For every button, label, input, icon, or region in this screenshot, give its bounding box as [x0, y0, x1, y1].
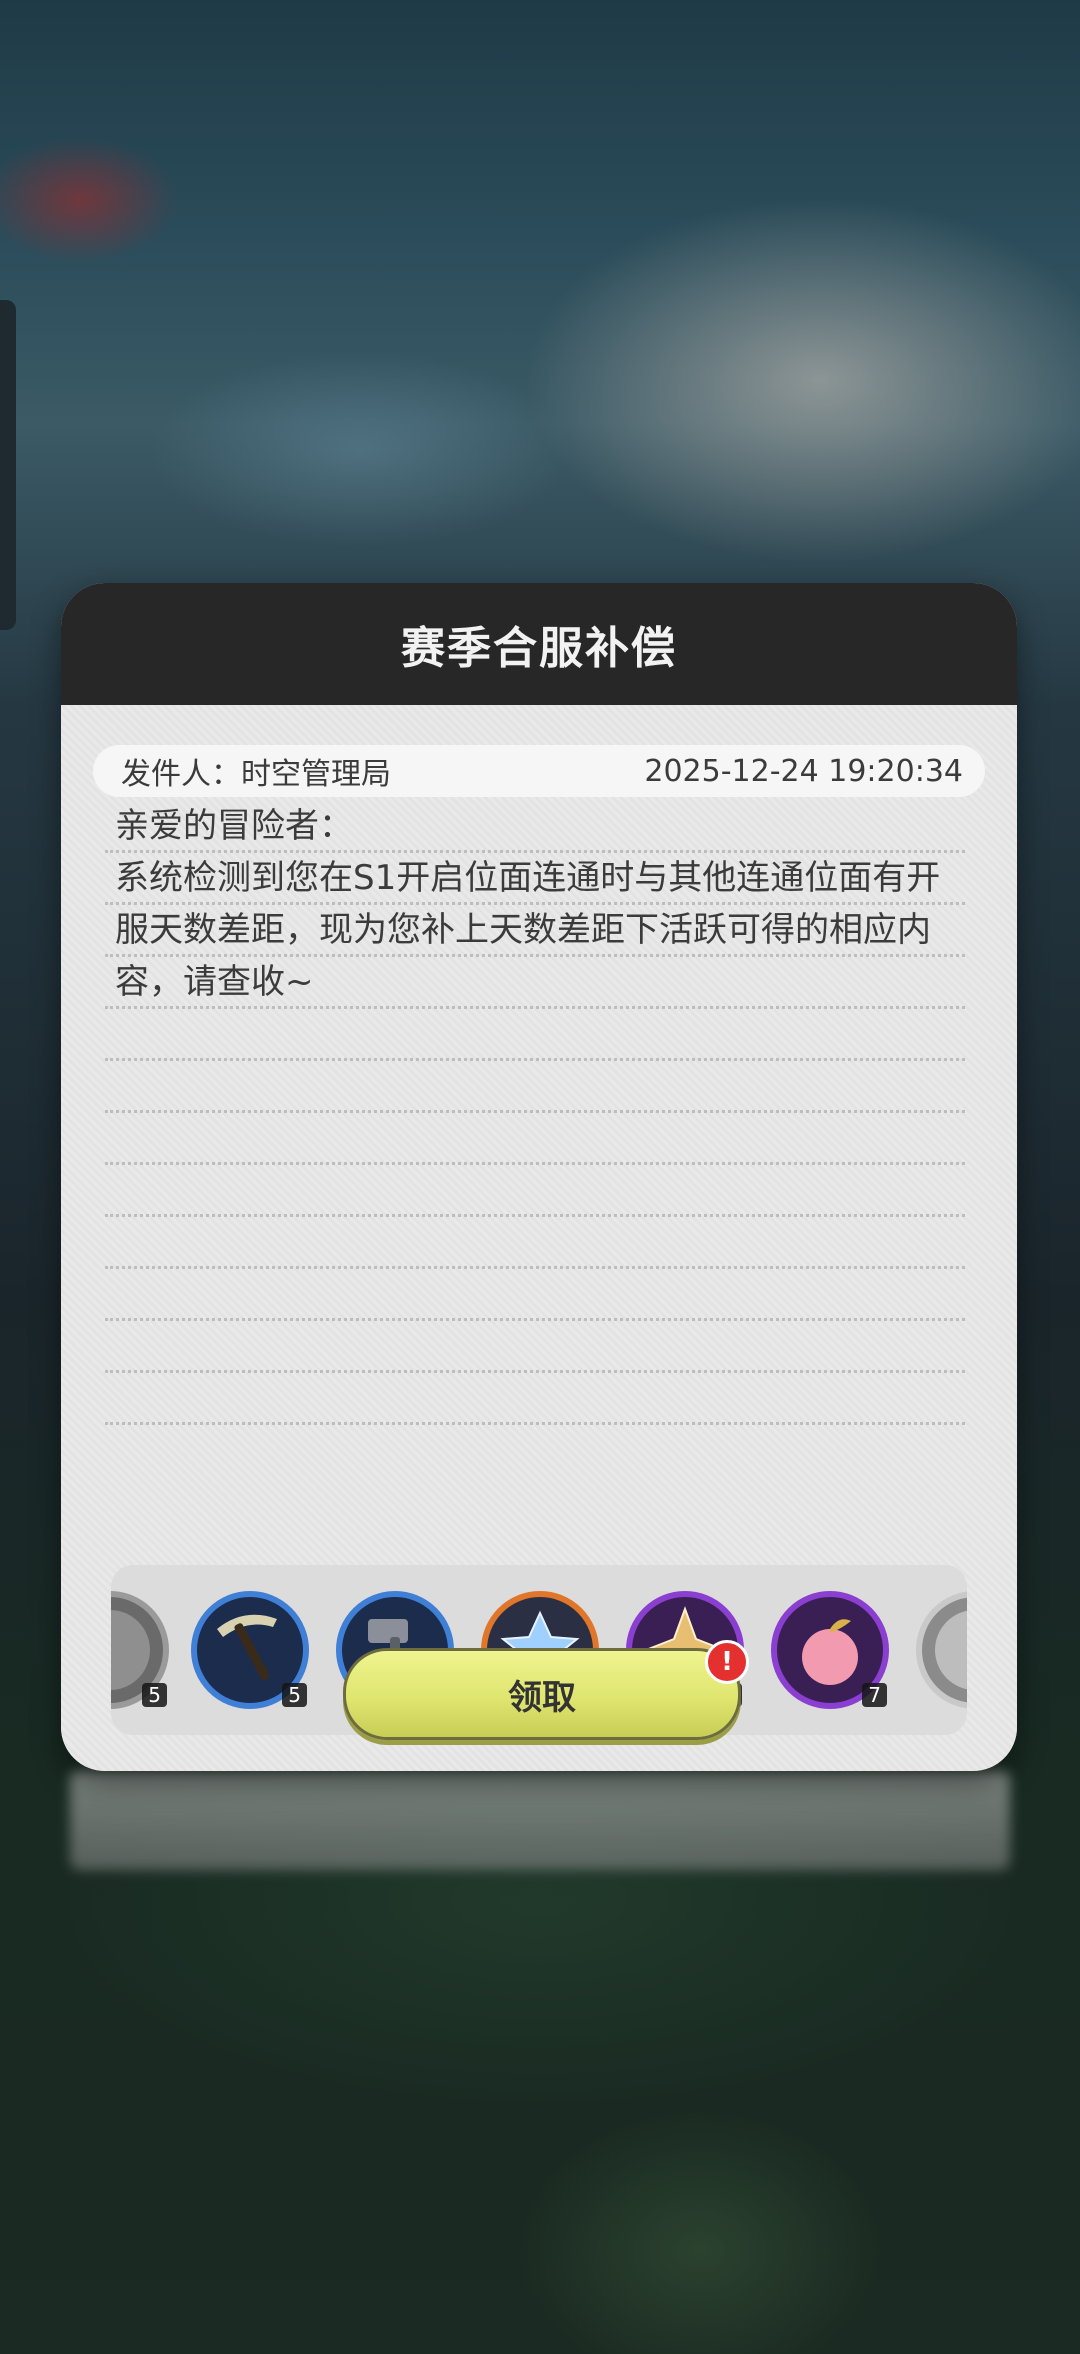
letter-line-3: 容，请查收~ — [115, 962, 314, 1002]
reward-count: 5 — [142, 1683, 167, 1707]
sender-label: 发件人：时空管理局 — [121, 757, 391, 792]
background-panel — [70, 1770, 1010, 1870]
claim-button[interactable]: 领取 — [343, 1648, 741, 1740]
reward-item[interactable]: 5 — [189, 1589, 311, 1711]
reward-item[interactable]: 7 — [769, 1589, 891, 1711]
mail-dialog: 赛季合服补偿 发件人：时空管理局 2025-12-24 19:20:34 亲爱的… — [61, 583, 1017, 1771]
mail-timestamp: 2025-12-24 19:20:34 — [644, 753, 963, 789]
letter-line-1: 系统检测到您在S1开启位面连通时与其他连通位面有开 — [115, 858, 941, 898]
alert-badge: ! — [705, 1640, 749, 1684]
letter-line-2: 服天数差距，现为您补上天数差距下活跃可得的相应内 — [115, 910, 931, 950]
letter-content: 亲爱的冒险者： 系统检测到您在S1开启位面连通时与其他连通位面有开 服天数差距，… — [105, 800, 965, 1425]
reward-item[interactable] — [914, 1589, 967, 1711]
reward-item[interactable]: 5 — [111, 1589, 171, 1711]
reward-count: 7 — [862, 1683, 887, 1707]
mail-meta: 发件人：时空管理局 2025-12-24 19:20:34 — [93, 745, 985, 797]
letter-greeting: 亲爱的冒险者： — [115, 806, 353, 846]
side-tab — [0, 300, 16, 630]
reward-count: 5 — [282, 1683, 307, 1707]
dialog-header: 赛季合服补偿 — [61, 583, 1017, 705]
claim-label: 领取 — [508, 1677, 576, 1718]
dialog-body: 发件人：时空管理局 2025-12-24 19:20:34 亲爱的冒险者： 系统… — [61, 705, 1017, 1771]
partial-item-icon — [916, 1591, 967, 1709]
dialog-title: 赛季合服补偿 — [401, 623, 677, 674]
